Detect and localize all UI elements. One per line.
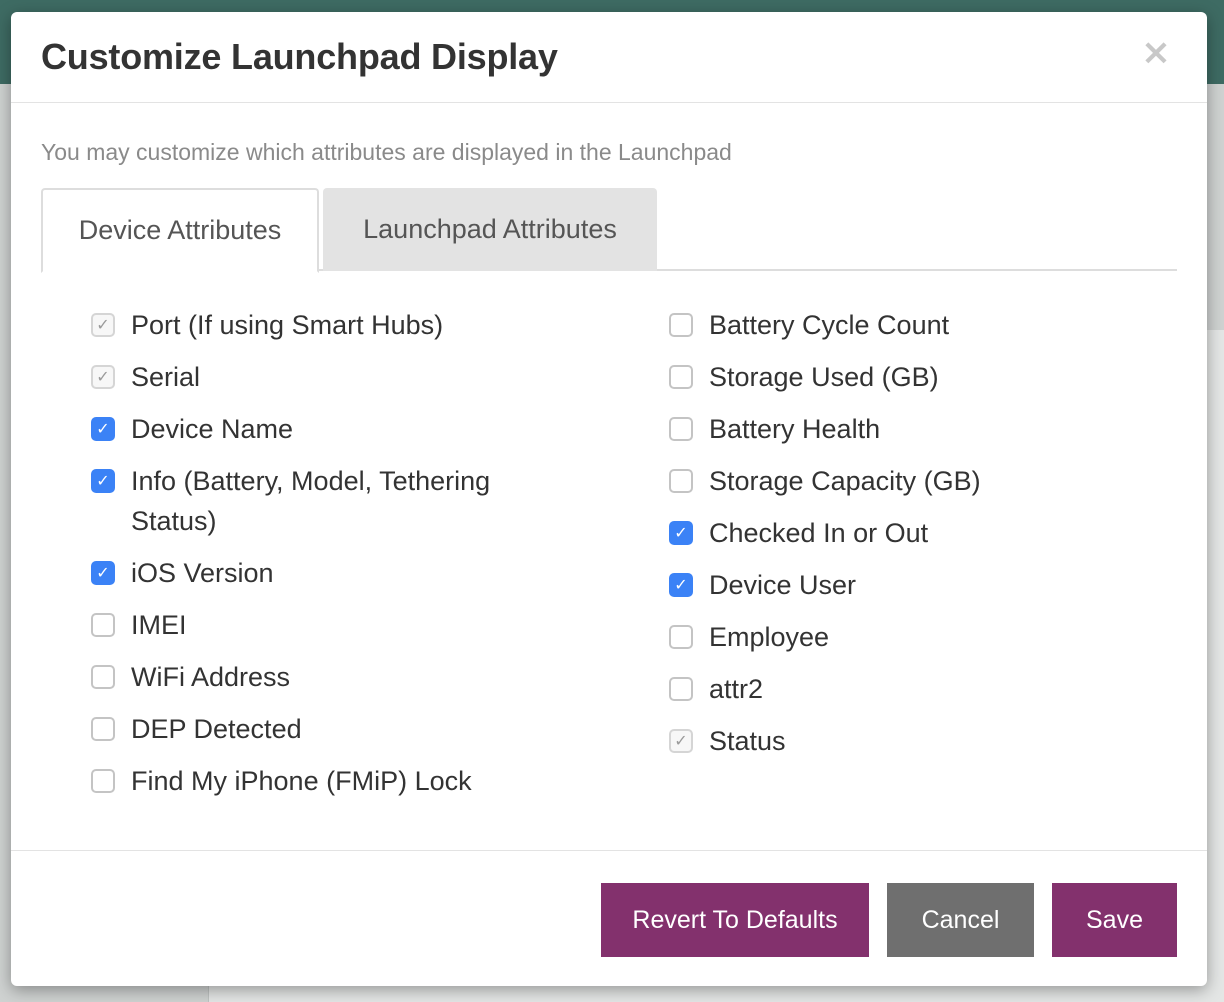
checkbox[interactable] (91, 769, 115, 793)
attribute-option[interactable]: Storage Used (GB) (669, 357, 1169, 397)
attribute-label: Device User (709, 570, 857, 600)
attribute-label: Employee (709, 622, 830, 652)
checkbox[interactable] (669, 417, 693, 441)
attribute-option[interactable]: ✓ Serial (91, 357, 561, 397)
revert-to-defaults-button[interactable]: Revert To Defaults (601, 883, 869, 957)
attribute-option[interactable]: attr2 (669, 669, 1169, 709)
attribute-option[interactable]: Battery Health (669, 409, 1169, 449)
intro-text: You may customize which attributes are d… (41, 139, 732, 165)
cancel-button[interactable]: Cancel (887, 883, 1034, 957)
attribute-option[interactable]: ✓ Device User (669, 565, 1169, 605)
attribute-label: Find My iPhone (FMiP) Lock (131, 766, 472, 796)
attribute-option[interactable]: ✓ Status (669, 721, 1169, 761)
attribute-option[interactable]: Employee (669, 617, 1169, 657)
attribute-option[interactable]: WiFi Address (91, 657, 561, 697)
checkbox[interactable] (91, 665, 115, 689)
checkbox-checked[interactable]: ✓ (91, 417, 115, 441)
checkbox-checked: ✓ (91, 313, 115, 337)
attribute-label: Battery Cycle Count (709, 310, 950, 340)
modal-footer: Revert To Defaults Cancel Save (11, 850, 1207, 986)
attribute-label: attr2 (709, 674, 764, 704)
attribute-label: Storage Used (GB) (709, 362, 939, 392)
attribute-option[interactable]: ✓ Checked In or Out (669, 513, 1169, 553)
modal-header: Customize Launchpad Display × (11, 12, 1207, 103)
attribute-label: DEP Detected (131, 714, 302, 744)
attribute-label: Port (If using Smart Hubs) (131, 310, 444, 340)
attribute-option[interactable]: ✓ Device Name (91, 409, 561, 449)
attribute-label: Battery Health (709, 414, 881, 444)
tab-bar: Device Attributes Launchpad Attributes (41, 188, 1177, 273)
attribute-label: WiFi Address (131, 662, 291, 692)
checkbox[interactable] (669, 365, 693, 389)
modal-title: Customize Launchpad Display (41, 36, 558, 77)
attribute-column-left: ✓ Port (If using Smart Hubs) ✓ Serial ✓ Devic… (91, 305, 561, 813)
checkbox[interactable] (669, 469, 693, 493)
attribute-option[interactable]: Find My iPhone (FMiP) Lock (91, 761, 561, 801)
attribute-option[interactable]: Battery Cycle Count (669, 305, 1169, 345)
checkbox[interactable] (669, 677, 693, 701)
checkbox-checked[interactable]: ✓ (91, 561, 115, 585)
attribute-label: Storage Capacity (GB) (709, 466, 981, 496)
checkbox-checked[interactable]: ✓ (91, 469, 115, 493)
attribute-option[interactable]: ✓ iOS Version (91, 553, 561, 593)
checkbox[interactable] (669, 625, 693, 649)
checkbox-checked[interactable]: ✓ (669, 521, 693, 545)
attribute-label: Checked In or Out (709, 518, 929, 548)
tab-device-attributes[interactable]: Device Attributes (41, 188, 319, 273)
customize-launchpad-modal: Customize Launchpad Display × You may cu… (11, 12, 1207, 986)
tab-launchpad-attributes[interactable]: Launchpad Attributes (323, 188, 657, 271)
attribute-label: iOS Version (131, 558, 274, 588)
attribute-option[interactable]: IMEI (91, 605, 561, 645)
checkbox[interactable] (669, 313, 693, 337)
save-button[interactable]: Save (1052, 883, 1177, 957)
attribute-label: Serial (131, 362, 201, 392)
attribute-label: IMEI (131, 610, 187, 640)
attribute-option[interactable]: ✓ Info (Battery, Model, Tethering Status) (91, 461, 561, 541)
attribute-label: Info (Battery, Model, Tethering Status) (131, 466, 491, 536)
checkbox-checked: ✓ (669, 729, 693, 753)
close-icon[interactable]: × (1135, 34, 1177, 72)
checkbox-checked[interactable]: ✓ (669, 573, 693, 597)
checkbox-checked: ✓ (91, 365, 115, 389)
attribute-option[interactable]: ✓ Port (If using Smart Hubs) (91, 305, 561, 345)
attribute-label: Status (709, 726, 786, 756)
attribute-option[interactable]: Storage Capacity (GB) (669, 461, 1169, 501)
checkbox[interactable] (91, 717, 115, 741)
attribute-option[interactable]: DEP Detected (91, 709, 561, 749)
attribute-column-right: Battery Cycle Count Storage Used (GB) Batt… (669, 305, 1169, 773)
attribute-label: Device Name (131, 414, 294, 444)
checkbox[interactable] (91, 613, 115, 637)
